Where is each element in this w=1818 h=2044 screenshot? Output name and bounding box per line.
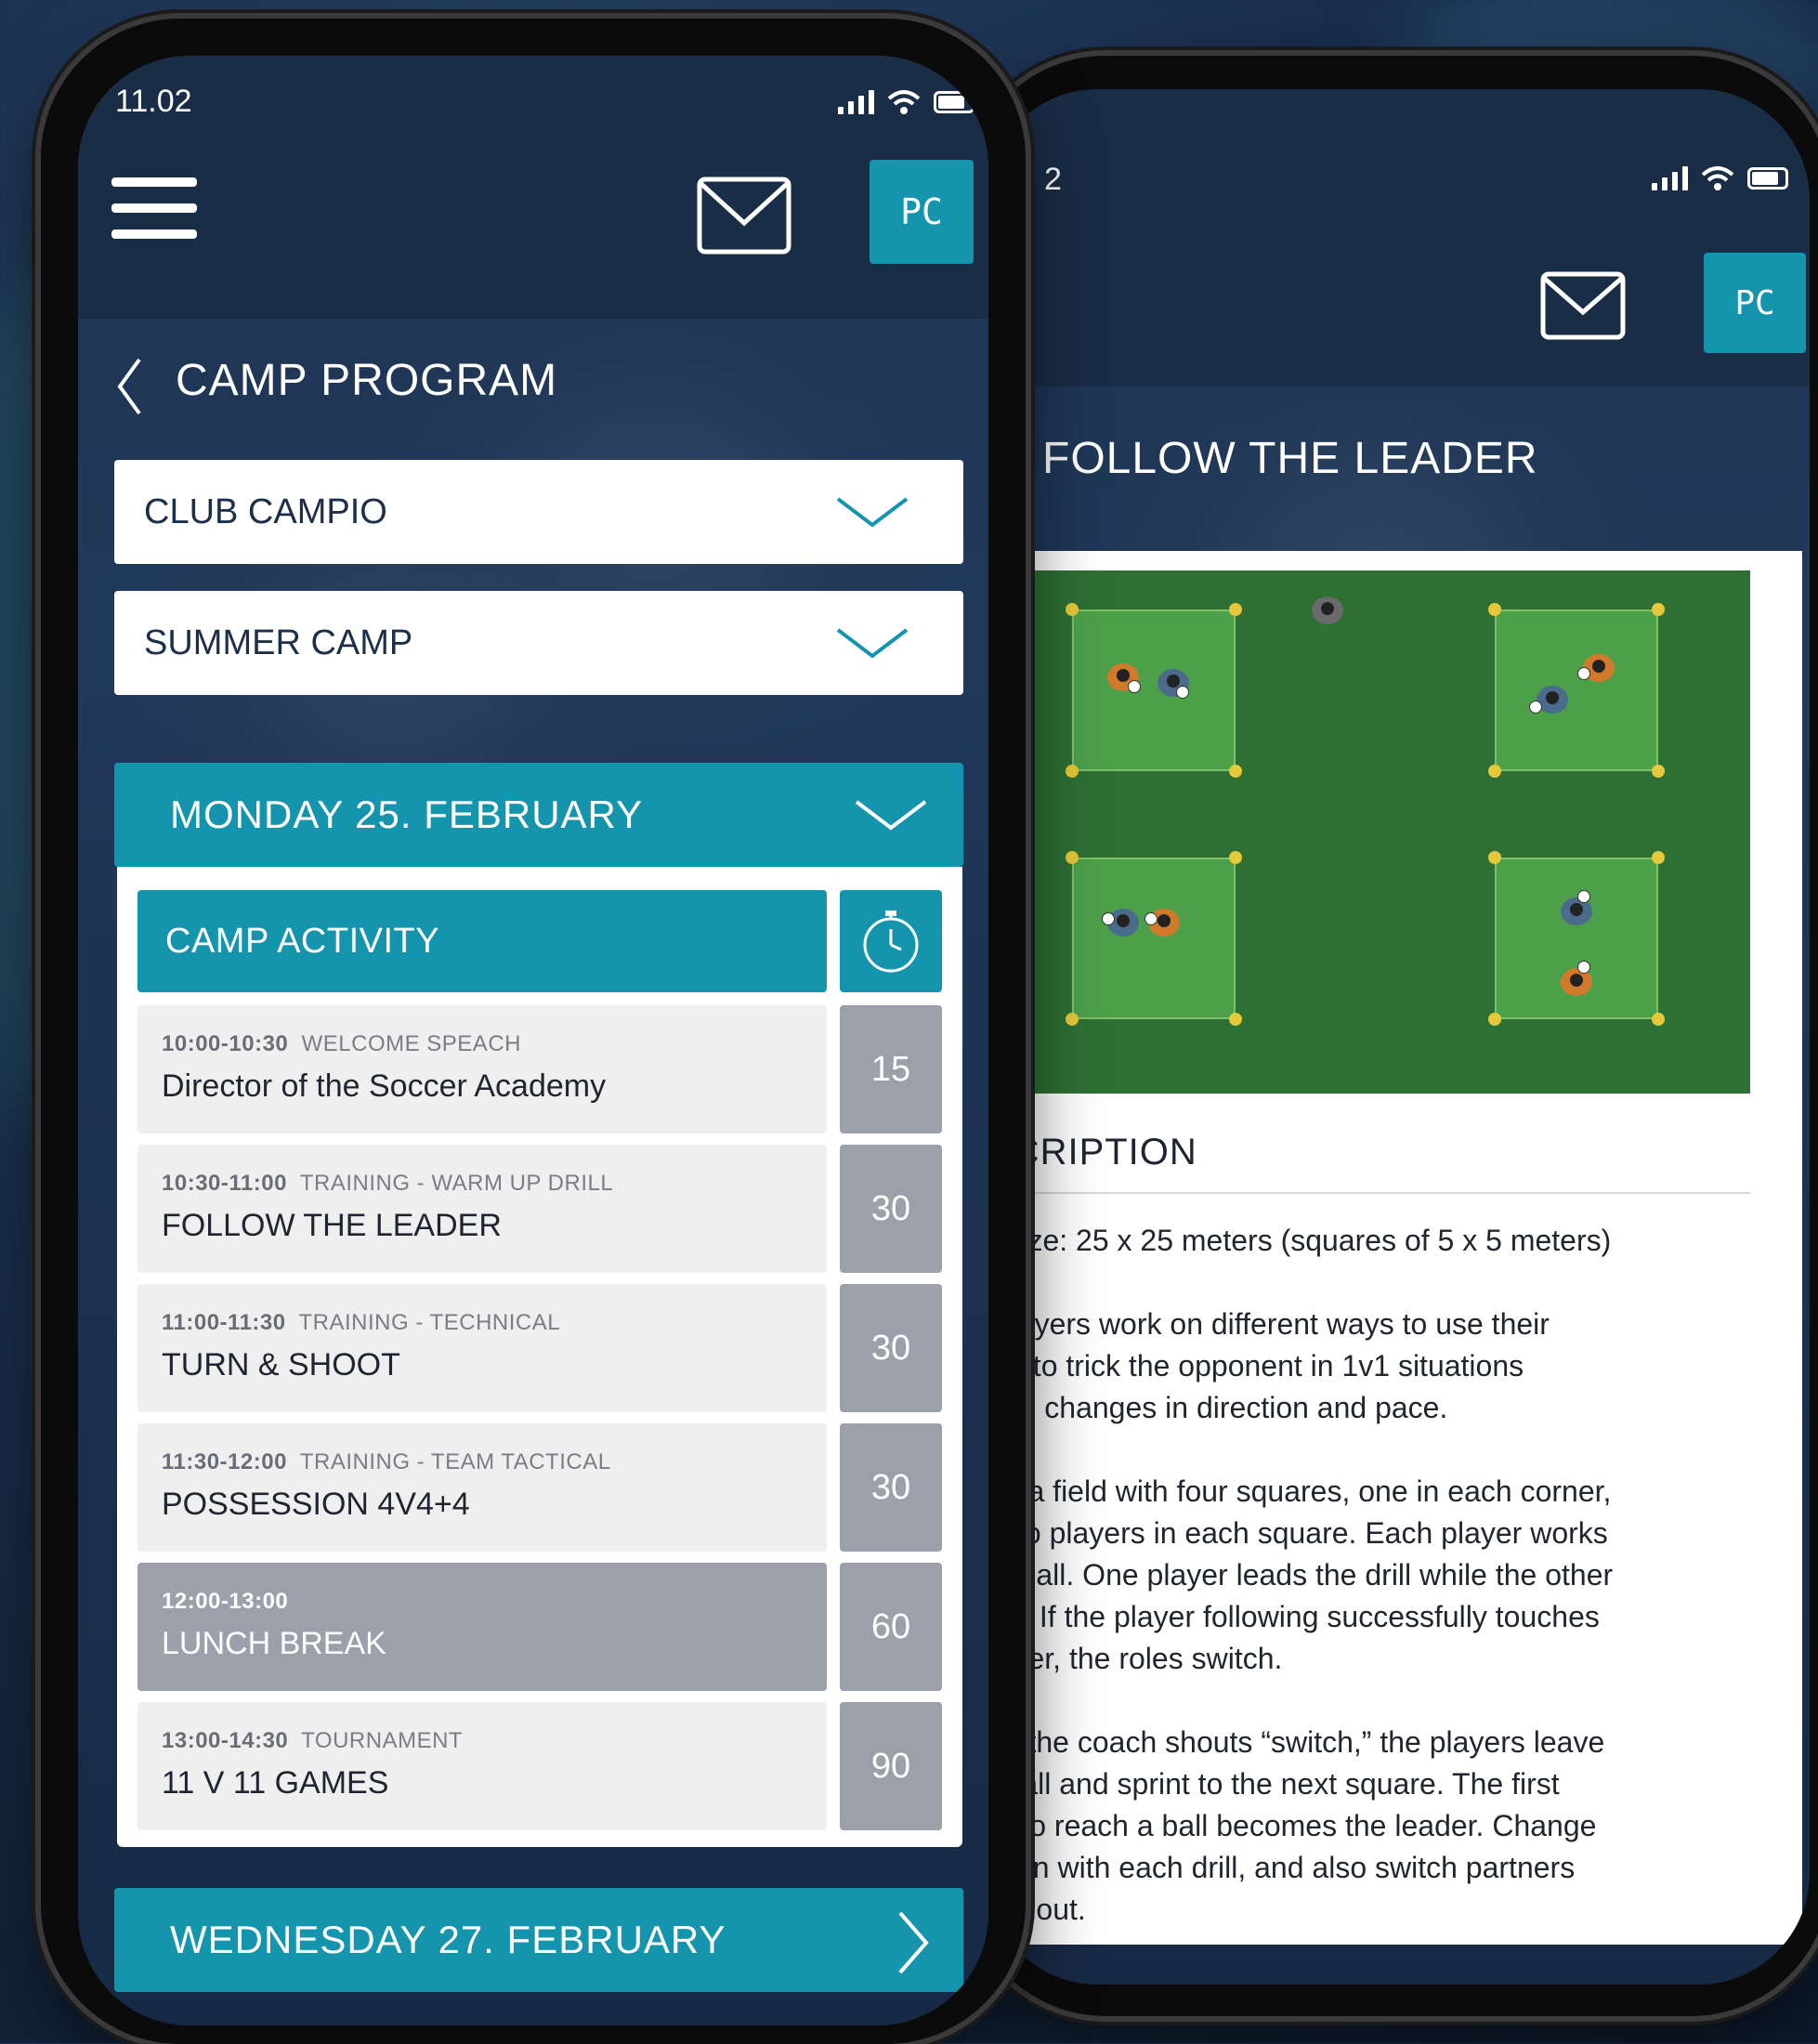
- camp-select-value: SUMMER CAMP: [144, 622, 413, 662]
- status-time: 11.02: [115, 84, 192, 119]
- activity-duration: 15: [840, 1005, 942, 1133]
- activity-row[interactable]: 11:30-12:00 TRAINING - TEAM TACTICAL POS…: [137, 1423, 827, 1552]
- activity-title: POSSESSION 4V4+4: [162, 1487, 470, 1522]
- page-title: CAMP PROGRAM: [176, 356, 558, 405]
- activity-duration: 60: [840, 1563, 942, 1691]
- activity-category: TRAINING - WARM UP DRILL: [299, 1171, 614, 1196]
- status-icons: [838, 89, 974, 115]
- activity-time: 10:00-10:30: [162, 1031, 289, 1056]
- activity-row[interactable]: 10:30-11:00 TRAINING - WARM UP DRILL FOL…: [137, 1145, 827, 1273]
- hamburger-icon[interactable]: [111, 177, 197, 242]
- activity-header: CAMP ACTIVITY: [137, 890, 827, 992]
- activity-duration: 30: [840, 1145, 942, 1273]
- signal-icon: [838, 90, 874, 114]
- activity-row[interactable]: 13:00-14:30 TOURNAMENT 11 V 11 GAMES: [137, 1702, 827, 1830]
- mail-icon[interactable]: [697, 177, 791, 255]
- back-topbar: [987, 89, 1810, 387]
- activity-time: 12:00-13:00: [162, 1589, 289, 1614]
- back-phone-screen: 2 PC FOLLOW THE LEADER SCRIPTION l Size:…: [987, 89, 1810, 1985]
- activity-duration: 90: [840, 1702, 942, 1830]
- activity-category: WELCOME SPEACH: [301, 1031, 521, 1056]
- activity-title: TURN & SHOOT: [162, 1347, 400, 1382]
- coach-figure: [1312, 596, 1343, 624]
- chevron-down-icon: [836, 628, 909, 659]
- drill-detail-card: SCRIPTION l Size: 25 x 25 meters (square…: [987, 551, 1802, 1945]
- activity-list: CAMP ACTIVITY 10:00-10:30 WELCOME SPEACH…: [117, 867, 962, 1847]
- drill-diagram: [1035, 570, 1750, 1094]
- camp-select[interactable]: SUMMER CAMP: [114, 591, 963, 695]
- activity-category: TRAINING - TECHNICAL: [298, 1310, 561, 1335]
- battery-icon: [1747, 167, 1788, 190]
- day-header-wednesday[interactable]: WEDNESDAY 27. FEBRUARY: [114, 1888, 963, 1992]
- activity-row[interactable]: 11:00-11:30 TRAINING - TECHNICAL TURN & …: [137, 1284, 827, 1412]
- activity-time: 11:00-11:30: [162, 1310, 286, 1335]
- user-avatar[interactable]: PC: [1704, 253, 1806, 353]
- mail-icon[interactable]: [1540, 271, 1626, 340]
- description-paragraph: l Size: 25 x 25 meters (squares of 5 x 5…: [987, 1224, 1612, 1257]
- status-time-fragment: 2: [1044, 162, 1062, 197]
- club-select-value: CLUB CAMPIO: [144, 491, 387, 531]
- description-paragraph: players work on different ways to use th…: [987, 1307, 1550, 1424]
- activity-title: LUNCH BREAK: [162, 1626, 386, 1661]
- signal-icon: [1652, 166, 1688, 190]
- day-header-monday[interactable]: MONDAY 25. FEBRUARY: [114, 763, 963, 867]
- back-phone: 2 PC FOLLOW THE LEADER SCRIPTION l Size:…: [966, 56, 1818, 2016]
- description-text: l Size: 25 x 25 meters (squares of 5 x 5…: [987, 1220, 1613, 1972]
- front-phone: 11.02 PC CAMP PROGRAM CLUB CAMPIO SUMMER…: [41, 19, 1026, 2044]
- user-avatar[interactable]: PC: [870, 160, 974, 264]
- activity-time: 11:30-12:00: [162, 1449, 287, 1474]
- activity-time: 13:00-14:30: [162, 1728, 289, 1753]
- activity-duration: 30: [840, 1423, 942, 1552]
- activity-duration: 30: [840, 1284, 942, 1412]
- activity-row-break[interactable]: 12:00-13:00 LUNCH BREAK: [137, 1563, 827, 1691]
- wifi-icon: [1701, 166, 1734, 190]
- wifi-icon: [887, 90, 921, 114]
- front-phone-screen: 11.02 PC CAMP PROGRAM CLUB CAMPIO SUMMER…: [78, 56, 988, 2025]
- status-icons: [1652, 165, 1788, 191]
- description-paragraph: en the coach shouts “switch,” the player…: [987, 1725, 1605, 1926]
- drill-title: FOLLOW THE LEADER: [1042, 434, 1538, 483]
- activity-time: 10:30-11:00: [162, 1171, 287, 1196]
- description-paragraph: up a field with four squares, one in eac…: [987, 1474, 1614, 1675]
- activity-title: Director of the Soccer Academy: [162, 1068, 607, 1104]
- battery-icon: [934, 91, 974, 113]
- chevron-down-icon: [836, 497, 909, 528]
- day-label: MONDAY 25. FEBRUARY: [170, 793, 644, 836]
- activity-title: 11 V 11 GAMES: [162, 1765, 389, 1801]
- chevron-down-icon: [855, 800, 927, 831]
- activity-title: FOLLOW THE LEADER: [162, 1208, 502, 1243]
- stopwatch-icon: [840, 890, 942, 992]
- activity-category: TOURNAMENT: [301, 1728, 464, 1753]
- next-day-label: WEDNESDAY 27. FEBRUARY: [170, 1918, 726, 1961]
- activity-category: TRAINING - TEAM TACTICAL: [299, 1449, 611, 1474]
- chevron-right-icon: [898, 1911, 929, 1974]
- divider: [987, 1192, 1750, 1194]
- activity-row[interactable]: 10:00-10:30 WELCOME SPEACH Director of t…: [137, 1005, 827, 1133]
- back-chevron-icon[interactable]: [115, 357, 143, 416]
- club-select[interactable]: CLUB CAMPIO: [114, 460, 963, 564]
